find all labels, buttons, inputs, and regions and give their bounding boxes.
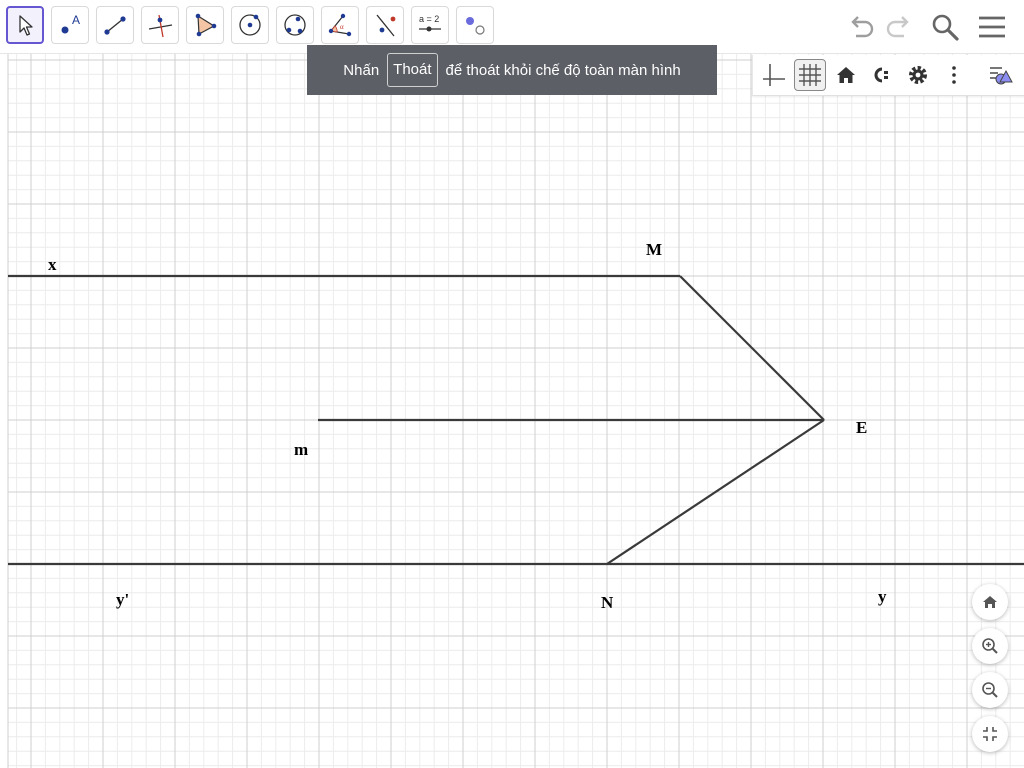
label-M[interactable]: M bbox=[646, 240, 662, 260]
algebra-toggle-icon bbox=[990, 67, 1013, 85]
toggle-grid-button[interactable] bbox=[794, 59, 826, 91]
circle-center-point-tool[interactable] bbox=[231, 6, 269, 44]
perpendicular-line-tool[interactable] bbox=[141, 6, 179, 44]
toggle-axes-button[interactable] bbox=[758, 59, 790, 91]
label-x[interactable]: x bbox=[48, 255, 57, 275]
undo-icon bbox=[851, 16, 874, 38]
move-tool[interactable] bbox=[6, 6, 44, 44]
redo-button[interactable] bbox=[880, 8, 918, 46]
style-bar bbox=[752, 55, 1024, 96]
exit-fullscreen-zoom-button[interactable] bbox=[972, 716, 1008, 752]
exit-fullscreen-button[interactable]: Thoát bbox=[387, 53, 438, 87]
reflect-icon bbox=[376, 14, 396, 37]
algebra-view-toggle[interactable] bbox=[985, 59, 1017, 91]
point-tool[interactable]: A bbox=[51, 6, 89, 44]
tooltip-text-before: Nhấn bbox=[343, 61, 380, 79]
home-icon bbox=[983, 596, 997, 608]
point-icon: A bbox=[61, 13, 80, 34]
segment-icon bbox=[104, 16, 126, 35]
more-vertical-icon bbox=[952, 66, 956, 84]
show-hide-icon bbox=[466, 17, 485, 35]
exit-fullscreen-icon bbox=[983, 727, 997, 741]
standard-view-button[interactable] bbox=[830, 59, 862, 91]
menu-button[interactable] bbox=[973, 8, 1011, 46]
svg-text:α: α bbox=[340, 23, 344, 31]
home-icon bbox=[837, 67, 855, 83]
label-N[interactable]: N bbox=[601, 593, 613, 613]
circle-three-points-tool[interactable] bbox=[276, 6, 314, 44]
slider-tool[interactable]: a = 2 bbox=[411, 6, 449, 44]
label-y[interactable]: y bbox=[878, 587, 887, 607]
grid bbox=[7, 53, 1024, 768]
search-icon bbox=[932, 14, 959, 41]
svg-text:a = 2: a = 2 bbox=[419, 14, 439, 24]
polygon-tool[interactable] bbox=[186, 6, 224, 44]
more-options-button[interactable] bbox=[938, 59, 970, 91]
gear-icon bbox=[909, 66, 927, 84]
label-style-button[interactable] bbox=[866, 59, 898, 91]
zoom-in-icon bbox=[982, 638, 998, 654]
fullscreen-tooltip: Nhấn Thoát để thoát khỏi chế độ toàn màn… bbox=[307, 45, 717, 95]
zoom-in-button[interactable] bbox=[972, 628, 1008, 664]
polygon-icon bbox=[195, 13, 217, 37]
perpendicular-icon bbox=[148, 14, 173, 38]
tooltip-text-after: để thoát khỏi chế độ toàn màn hình bbox=[445, 61, 681, 79]
zoom-out-icon bbox=[982, 682, 998, 698]
undo-button[interactable] bbox=[842, 8, 880, 46]
svg-text:A: A bbox=[72, 13, 80, 27]
label-style-icon bbox=[874, 67, 888, 83]
graphics-canvas[interactable] bbox=[0, 0, 1024, 768]
segment-tool[interactable] bbox=[96, 6, 134, 44]
circle-3points-icon bbox=[284, 14, 306, 36]
label-y-prime[interactable]: y' bbox=[116, 590, 129, 610]
angle-icon: α bbox=[328, 13, 352, 37]
angle-tool[interactable]: α bbox=[321, 6, 359, 44]
show-hide-tool[interactable] bbox=[456, 6, 494, 44]
reflect-tool[interactable] bbox=[366, 6, 404, 44]
graphics-view[interactable]: x M m E y' N y bbox=[0, 0, 1024, 768]
settings-button[interactable] bbox=[902, 59, 934, 91]
circle-center-icon bbox=[239, 14, 261, 36]
menu-icon bbox=[979, 16, 1005, 38]
search-button[interactable] bbox=[926, 8, 964, 46]
arrow-cursor-icon bbox=[19, 15, 33, 36]
zoom-out-button[interactable] bbox=[972, 672, 1008, 708]
redo-icon bbox=[886, 16, 909, 38]
slider-icon: a = 2 bbox=[419, 14, 441, 32]
zoom-home-button[interactable] bbox=[972, 584, 1008, 620]
axes-icon bbox=[763, 64, 785, 86]
label-m[interactable]: m bbox=[294, 440, 308, 460]
grid-icon bbox=[799, 64, 821, 86]
label-E[interactable]: E bbox=[856, 418, 867, 438]
